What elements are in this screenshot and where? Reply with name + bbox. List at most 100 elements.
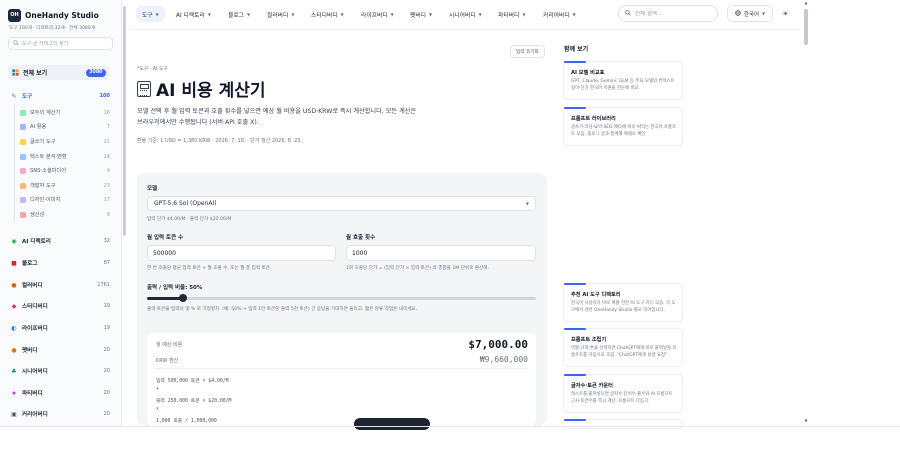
sidebar-item-petbuddy[interactable]: ● 펫버디 20: [10, 345, 110, 355]
nav-ai-directory[interactable]: AI 디렉토리 ▼: [170, 6, 217, 22]
nav-partybuddy[interactable]: 파티버디 ▼: [492, 6, 531, 22]
nav-studybuddy[interactable]: 스터디버디 ▼: [305, 6, 350, 22]
related-card[interactable]: 추천 AI 도구 디렉토리 한국어 사용자가 바로 써볼 만한 AI 도구 카드…: [563, 283, 683, 322]
sidebar-item-colorbuddy[interactable]: ● 컬러버디 2761: [10, 280, 110, 290]
all-view-label: 전체 보기: [23, 70, 48, 77]
brand[interactable]: OH OneHandy Studio: [8, 8, 99, 22]
sidebar-subitem-sns[interactable]: SNS·소셜미디어 4: [20, 165, 110, 176]
language-select[interactable]: 한국어 ▼: [727, 5, 773, 22]
global-search-input[interactable]: [635, 10, 715, 17]
calls-input[interactable]: [346, 245, 536, 261]
related-card[interactable]: 글자수·토큰 카운터 텍스트를 붙여넣으면 글자수·단어수·줄수와 AI 프롬프…: [563, 374, 683, 413]
page-scrollbar[interactable]: ▲ ▼: [803, 0, 809, 426]
sidebar-item-ai-directory[interactable]: ◉ AI 디렉토리 32: [10, 236, 110, 246]
theme-toggle[interactable]: ☀: [778, 6, 793, 21]
result-panel: 월 예상 비용 $7,000.00 KRW 환산 ₩9,660,000 입력 5…: [147, 333, 536, 426]
sidebar-subitem-ai[interactable]: AI 활용 7: [20, 121, 110, 132]
calculator-icon: [20, 109, 26, 116]
related-title: 함께 보기: [564, 46, 589, 53]
floating-toast[interactable]: [354, 418, 430, 430]
related-card[interactable]: AI 모델 비교표 GPT, Claude, Gemini, GLM 등 주요 …: [563, 61, 683, 100]
category-label: 도구: [22, 94, 33, 100]
nav-label: 파티버디: [498, 12, 520, 19]
formula-line: 입력 500,000 토큰 × $4.00/M: [156, 379, 229, 384]
nav-label: 도구: [142, 12, 153, 19]
subitem-count: 11: [103, 138, 110, 145]
tree-guide: [14, 104, 15, 222]
sidebar-item-tools[interactable]: ✎ 도구 100: [10, 91, 110, 101]
tokens-hint: 한 번 호출당 평균 입력 토큰 × 월 호출 수, 또는 월 총 입력 토큰.: [147, 266, 272, 271]
subitem-label: SNS·소셜미디어: [30, 168, 66, 174]
category-label: 시니어버디: [22, 369, 48, 375]
sidebar-subitem-design[interactable]: 디자인·이미지 17: [20, 194, 110, 205]
ratio-slider[interactable]: [147, 294, 536, 302]
related-card[interactable]: 프롬프트 라이브러리 글쓰기·코딩·요약·SEO 메타에 바로 써먹는 한국어 …: [563, 107, 683, 146]
slider-knob[interactable]: [179, 294, 187, 302]
sidebar-subitem-calculators[interactable]: 모두의 계산기 16: [20, 107, 110, 118]
calculator-card: 모델 GPT-5.6 Sol (OpenAI) ▼ 입력 단가 $4.00/M …: [137, 173, 547, 426]
search-icon: [13, 39, 19, 48]
scroll-up-icon[interactable]: ▲: [803, 0, 809, 5]
sidebar-subitem-productivity[interactable]: 생산성 8: [20, 209, 110, 220]
category-label: 컬러버디: [22, 283, 43, 289]
category-label: 라이프버디: [22, 326, 48, 332]
chevron-down-icon: ▼: [291, 11, 295, 17]
main-content: 입력 초기화 *도구 · AI 도구 AI 비용 계산기 모델 선택 후 월 입…: [137, 30, 557, 430]
palette-icon: ●: [11, 281, 17, 289]
sidebar-subitem-dev[interactable]: 개발자 도구 23: [20, 180, 110, 191]
related-card-title: 프롬프트 라이브러리: [571, 116, 616, 122]
calls-hint: 1회 호출당 단가 = (입력 단가 × 입력 토큰) 의 총합을 1M 단위로…: [346, 266, 489, 271]
nav-colorbuddy[interactable]: 컬러버디 ▼: [261, 6, 300, 22]
brand-name: OneHandy Studio: [25, 10, 99, 20]
krw-value: ₩9,660,000: [479, 355, 528, 364]
nav-careerbuddy[interactable]: 커리어버디 ▼: [537, 6, 582, 22]
nav-tools[interactable]: 도구 ▼: [136, 6, 165, 22]
sidebar-item-careerbuddy[interactable]: ▣ 커리어버디 20: [10, 409, 110, 419]
related-card-title: 추천 AI 도구 디렉토리: [571, 292, 621, 298]
sidebar-scrollbar[interactable]: [123, 6, 126, 426]
scroll-down-icon[interactable]: ▼: [803, 418, 809, 423]
tokens-input[interactable]: [147, 245, 336, 261]
subitem-label: 텍스트 분석·변환: [30, 154, 67, 160]
clipboard-icon: [20, 211, 26, 218]
sidebar-subitem-writing[interactable]: 글쓰기 도구 11: [20, 136, 110, 147]
nav-blog[interactable]: 블로그 ▼: [222, 6, 256, 22]
code-icon: [20, 182, 26, 189]
page-scroll-thumb[interactable]: [804, 9, 808, 45]
all-count-badge: 3080: [85, 68, 106, 77]
nav-lifebuddy[interactable]: 라이프버디 ▼: [355, 6, 400, 22]
related-card-desc: 텍스트를 붙여넣으면 글자수·단어수·줄수와 AI 프롬프트 근사 토큰수를 즉…: [571, 392, 673, 405]
nav-seniorbuddy[interactable]: 시니어버디 ▼: [443, 6, 488, 22]
sidebar-item-blog[interactable]: ■ 블로그 87: [10, 258, 110, 268]
category-count: 20: [103, 368, 110, 374]
related-card[interactable]: 프롬프트 조립기 역할·규칙·톤을 선택하면 ChatGPT에게 바로 붙여넣을…: [563, 328, 683, 367]
reset-button[interactable]: 입력 초기화: [510, 45, 545, 58]
calls-label: 월 호출 횟수: [346, 235, 376, 241]
sidebar-scroll-thumb[interactable]: [123, 6, 126, 236]
all-view-item[interactable]: 전체 보기 3080: [8, 65, 109, 80]
sidebar-subitem-text[interactable]: 텍스트 분석·변환 14: [20, 151, 110, 162]
related-card-desc: GPT, Claude, Gemini, GLM 등 주요 모델의 컨텍스트 길…: [571, 79, 675, 92]
global-search[interactable]: [618, 5, 718, 22]
subitem-label: AI 활용: [30, 124, 47, 130]
sidebar-item-partybuddy[interactable]: ★ 파티버디 20: [10, 388, 110, 398]
sidebar-item-lifebuddy[interactable]: ◐ 라이프버디 19: [10, 323, 110, 333]
nav-petbuddy[interactable]: 펫버디 ▼: [404, 6, 438, 22]
sidebar: OH OneHandy Studio 도구 100개 · 디렉토리 32개 · …: [0, 0, 122, 426]
model-select[interactable]: GPT-5.6 Sol (OpenAI) ▼: [147, 196, 536, 211]
related-card-desc: 글쓰기·코딩·요약·SEO 메타에 바로 써먹는 한국어 프롬프트 모음. 블로…: [571, 125, 677, 138]
book-icon: ■: [11, 259, 17, 267]
sidebar-item-seniorbuddy[interactable]: ♣ 시니어버디 20: [10, 366, 110, 376]
breadcrumb[interactable]: *도구 · AI 도구: [137, 65, 168, 72]
usd-value: $7,000.00: [468, 338, 528, 351]
sidebar-search-input[interactable]: [22, 40, 112, 47]
model-select-value: GPT-5.6 Sol (OpenAI): [154, 200, 217, 207]
image-icon: [20, 196, 26, 203]
sidebar-item-studybuddy[interactable]: ◆ 스터디버디 19: [10, 301, 110, 311]
related-card[interactable]: [563, 419, 683, 429]
subitem-count: 17: [103, 196, 110, 203]
chevron-down-icon: ▼: [762, 11, 766, 16]
sidebar-search[interactable]: [8, 37, 113, 50]
globe-icon: [735, 9, 741, 18]
chevron-down-icon: ▼: [207, 11, 211, 17]
